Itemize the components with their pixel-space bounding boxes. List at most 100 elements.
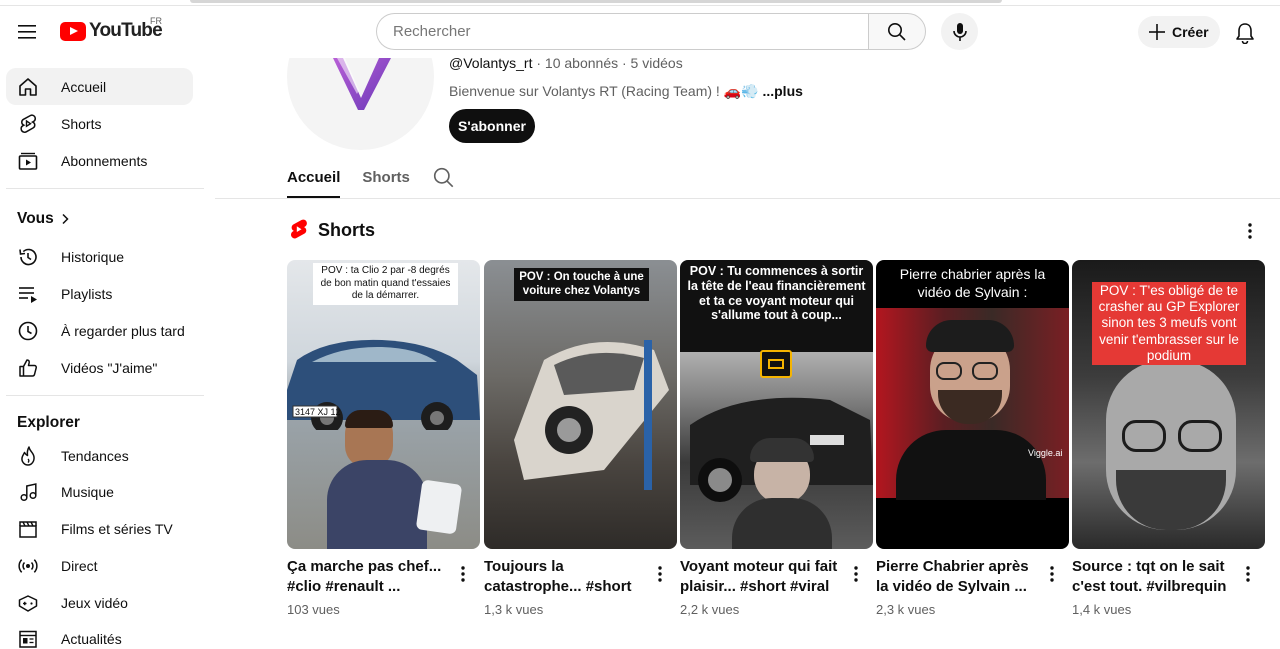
sidebar-item-home[interactable]: Accueil [6,68,193,105]
watermark: Viggle.ai [1028,448,1063,458]
sidebar-divider [6,188,204,189]
short-thumbnail[interactable]: POV : T'es obligé de te crasher au GP Ex… [1072,260,1265,549]
youtube-play-icon [60,21,86,41]
channel-stats: · 10 abonnés · 5 vidéos [532,55,683,71]
short-thumbnail[interactable]: POV : On touche à une voiture chez Volan… [484,260,677,549]
shorts-icon [16,112,40,136]
short-card: POV : T'es obligé de te crasher au GP Ex… [1072,260,1265,617]
search-icon[interactable] [432,166,456,190]
search-bar [376,13,926,50]
masthead: YouTube FR Créer [0,6,1280,58]
section-title: Explorer [17,414,80,431]
news-icon [16,627,40,649]
sidebar-item-label: Shorts [61,115,102,132]
sidebar-item-label: Historique [61,248,125,265]
music-icon [16,480,40,504]
sidebar-item-label: Musique [61,483,114,500]
sidebar-item-label: Tendances [61,447,129,464]
sidebar-item-watch-later[interactable]: À regarder plus tard [6,312,193,349]
shorts-logo-icon [291,219,307,239]
playlists-icon [16,282,40,306]
short-card: Viggle.ai Pierre chabrier après la vidéo… [876,260,1069,617]
short-card: POV : Tu commences à sortir la tête de l… [680,260,873,617]
short-thumbnail[interactable]: Viggle.ai Pierre chabrier après la vidéo… [876,260,1069,549]
more-vert-icon[interactable] [1237,562,1259,586]
short-thumbnail[interactable]: POV : Tu commences à sortir la tête de l… [680,260,873,549]
tabs-divider [215,198,1280,199]
channel-logo-v [333,58,391,110]
menu-icon[interactable] [12,12,44,52]
short-card: 3147 XJ 12 POV : ta Clio 2 par -8 degrés… [287,260,480,617]
more-vert-icon[interactable] [845,562,867,586]
person-figure [896,320,1046,500]
notifications-button[interactable] [1228,16,1262,50]
channel-meta: @Volantys_rt · 10 abonnés · 5 vidéos [449,55,683,71]
channel-avatar[interactable] [287,58,434,150]
like-icon [16,356,40,380]
trending-icon [16,444,40,468]
sidebar-item-live[interactable]: Direct [6,547,193,584]
shelf-header: Shorts [289,219,375,241]
person-figure [1086,340,1256,549]
sidebar-item-label: Actualités [61,630,122,647]
engine-warning-icon [760,350,792,378]
short-thumbnail[interactable]: 3147 XJ 12 POV : ta Clio 2 par -8 degrés… [287,260,480,549]
sidebar-item-movies[interactable]: Films et séries TV [6,510,193,547]
thumbnail-overlay-text: POV : ta Clio 2 par -8 degrés de bon mat… [313,263,458,305]
plus-icon [1149,24,1165,40]
sidebar-item-liked-videos[interactable]: Vidéos "J'aime" [6,349,193,386]
chevron-right-icon [62,213,69,225]
sidebar-item-label: Direct [61,557,98,574]
sidebar-item-shorts[interactable]: Shorts [6,105,193,142]
watch-later-icon [16,319,40,343]
channel-description[interactable]: Bienvenue sur Volantys RT (Racing Team) … [449,83,803,100]
create-label: Créer [1172,24,1209,40]
search-input[interactable] [376,13,868,50]
country-code: FR [150,16,162,26]
channel-tabs: Accueil Shorts [287,160,456,200]
shelf-title: Shorts [318,219,376,240]
thumbnail-overlay-text: Pierre chabrier après la vidéo de Sylvai… [899,266,1046,300]
view-count: 1,3 k vues [484,602,544,617]
subscriptions-icon [16,149,40,173]
sidebar-item-label: Accueil [61,78,107,95]
sidebar-item-news[interactable]: Actualités [6,620,193,649]
description-text: Bienvenue sur Volantys RT (Racing Team) … [449,83,763,99]
sidebar-item-playlists[interactable]: Playlists [6,275,193,312]
subscribe-button[interactable]: S'abonner [449,109,535,143]
sidebar-item-trending[interactable]: Tendances [6,437,193,474]
voice-search-button[interactable] [941,13,978,50]
sidebar-item-history[interactable]: Historique [6,238,193,275]
view-count: 1,4 k vues [1072,602,1132,617]
tab-shorts[interactable]: Shorts [362,160,410,198]
history-icon [16,245,40,269]
more-vert-icon[interactable] [649,562,671,586]
sidebar-item-label: Playlists [61,285,113,302]
more-vert-icon[interactable] [1238,219,1262,243]
view-count: 103 vues [287,602,340,617]
sidebar-item-subscriptions[interactable]: Abonnements [6,142,193,179]
sidebar-item-label: Abonnements [61,152,148,169]
short-title[interactable]: Ça marche pas chef... #clio #renault ... [287,557,447,597]
live-icon [16,554,40,578]
sidebar-item-label: Jeux vidéo [61,594,128,611]
tab-home[interactable]: Accueil [287,160,341,198]
view-count: 2,2 k vues [680,602,740,617]
sidebar-item-gaming[interactable]: Jeux vidéo [6,584,193,621]
short-title[interactable]: Pierre Chabrier après la vidéo de Sylvai… [876,557,1036,597]
short-card: POV : On touche à une voiture chez Volan… [484,260,677,617]
more-vert-icon[interactable] [1041,562,1063,586]
short-title[interactable]: Toujours la catastrophe... #short ... [484,557,644,597]
sidebar-item-music[interactable]: Musique [6,473,193,510]
home-icon [16,75,40,99]
short-title[interactable]: Source : tqt on le sait c'est tout. #vil… [1072,557,1232,597]
youtube-logo[interactable]: YouTube FR [60,16,163,42]
more-link[interactable]: ...plus [762,83,802,99]
sidebar-section-you[interactable]: Vous [17,210,70,228]
short-title[interactable]: Voyant moteur qui fait plaisir... #short… [680,557,840,597]
create-button[interactable]: Créer [1138,16,1220,48]
more-vert-icon[interactable] [452,562,474,586]
thumbnail-overlay-text: POV : Tu commences à sortir la tête de l… [687,264,866,323]
search-button[interactable] [868,13,926,50]
microphone-icon [952,22,967,41]
